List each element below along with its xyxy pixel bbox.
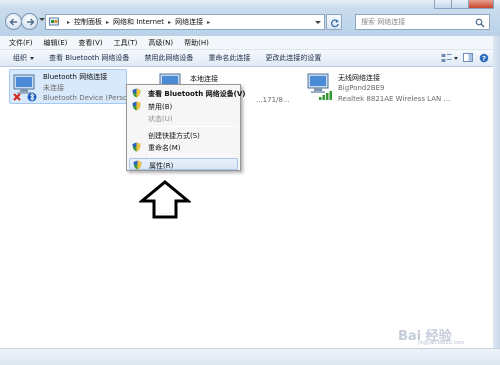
menu-file[interactable]: 文件(F): [9, 38, 33, 48]
menu-tools[interactable]: 工具(T): [114, 38, 138, 48]
command-toolbar: 组织 查看 Bluetooth 网络设备 禁用此网络设备 重命名此连接 更改此连…: [0, 50, 500, 67]
breadcrumb-separator: ▸: [67, 18, 71, 26]
title-bar: ▸ 控制面板 ▸ 网络和 Internet ▸ 网络连接 ▸: [0, 0, 500, 36]
window-controls: [434, 0, 494, 9]
window-frame-top: [0, 0, 500, 9]
address-history-dropdown[interactable]: [315, 21, 321, 24]
menu-item-label: 状态(U): [148, 115, 173, 123]
watermark-url: jingyan.baidu.com: [418, 340, 465, 346]
svg-text:?: ?: [482, 54, 486, 62]
connection-status: 未连接: [43, 84, 64, 92]
breadcrumb-separator[interactable]: ▸: [207, 19, 210, 26]
disable-device-button[interactable]: 禁用此网络设备: [144, 53, 193, 63]
change-settings-button[interactable]: 更改此连接的设置: [265, 53, 321, 63]
menu-item-rename[interactable]: 重命名(M): [129, 141, 238, 153]
maximize-button[interactable]: [451, 0, 469, 9]
menu-item-create-shortcut[interactable]: 创建快捷方式(S): [129, 129, 238, 141]
wireless-network-icon: [307, 73, 332, 100]
change-view-icon[interactable]: [441, 53, 452, 63]
connection-name: 本地连接: [190, 75, 218, 83]
bluetooth-connection-item[interactable]: Bluetooth 网络连接 未连接 Bluetooth Device (Per…: [9, 69, 138, 104]
menu-item-label: 创建快捷方式(S): [148, 132, 200, 140]
menu-separator: [151, 126, 238, 127]
connection-device: Bluetooth Device (Person...: [43, 94, 139, 102]
view-bluetooth-devices-button[interactable]: 查看 Bluetooth 网络设备: [49, 53, 129, 63]
breadcrumb-control-panel[interactable]: 控制面板: [74, 17, 102, 27]
address-bar[interactable]: ▸ 控制面板 ▸ 网络和 Internet ▸ 网络连接 ▸: [45, 14, 325, 30]
close-button[interactable]: [468, 0, 494, 9]
arrow-right-icon: [27, 18, 35, 26]
connections-list: Bluetooth 网络连接 未连接 Bluetooth Device (Per…: [0, 67, 500, 365]
details-pane: [0, 348, 500, 365]
organize-label: 组织: [13, 54, 27, 62]
back-button[interactable]: [5, 13, 22, 30]
forward-button[interactable]: [21, 13, 38, 30]
search-box[interactable]: [355, 14, 490, 30]
menu-item-label: 重命名(M): [148, 144, 181, 152]
menu-advanced[interactable]: 高级(N): [148, 38, 173, 48]
connection-device: ...171/8...: [256, 96, 290, 104]
breadcrumb-separator[interactable]: ▸: [168, 19, 171, 26]
search-input[interactable]: [361, 18, 471, 26]
refresh-icon: [331, 19, 339, 28]
menu-item-label: 查看 Bluetooth 网络设备(V): [148, 90, 246, 98]
connection-name: 无线网络连接: [338, 74, 380, 82]
search-icon[interactable]: [475, 18, 485, 28]
arrow-left-icon: [9, 18, 17, 26]
rename-connection-button[interactable]: 重命名此连接: [208, 53, 250, 63]
menu-item-view-bluetooth-devices[interactable]: 查看 Bluetooth 网络设备(V): [129, 87, 245, 99]
menu-help[interactable]: 帮助(H): [184, 38, 209, 48]
refresh-button[interactable]: [326, 14, 342, 30]
menu-item-properties[interactable]: 属性(R): [129, 158, 238, 170]
preview-pane-icon[interactable]: [463, 53, 474, 63]
breadcrumb-separator[interactable]: ▸: [106, 19, 109, 26]
connection-name: Bluetooth 网络连接: [43, 73, 108, 81]
menu-separator: [151, 155, 238, 156]
context-menu: 查看 Bluetooth 网络设备(V) 禁用(B) 状态(U) 创建快捷方式(…: [126, 84, 245, 171]
menu-edit[interactable]: 编辑(E): [44, 38, 68, 48]
uac-shield-icon: [132, 142, 141, 152]
uac-shield-icon: [132, 101, 141, 111]
control-panel-icon: [49, 17, 59, 26]
network-adapter-icon: [13, 74, 37, 102]
menu-bar: 文件(F) 编辑(E) 查看(V) 工具(T) 高级(N) 帮助(H): [0, 36, 500, 50]
arrow-up-annotation-icon: [139, 180, 191, 219]
minimize-button[interactable]: [434, 0, 452, 9]
view-options-dropdown[interactable]: [454, 56, 458, 60]
menu-item-label: 属性(R): [149, 162, 174, 170]
help-icon[interactable]: ?: [479, 53, 490, 63]
menu-view[interactable]: 查看(V): [78, 38, 102, 48]
organize-button[interactable]: 组织: [13, 53, 34, 63]
uac-shield-icon: [133, 160, 142, 170]
wireless-connection-item[interactable]: 无线网络连接 BigPond2BE9 Realtek 8821AE Wirele…: [305, 69, 485, 104]
toolbar-right-group: ?: [436, 53, 490, 63]
menu-item-status: 状态(U): [129, 112, 238, 124]
breadcrumb-network-connections[interactable]: 网络连接: [175, 17, 203, 27]
connection-device: Realtek 8821AE Wireless LAN ...: [338, 95, 451, 103]
chevron-down-icon: [30, 56, 34, 60]
menu-item-disable[interactable]: 禁用(B): [129, 100, 238, 112]
breadcrumb-network-internet[interactable]: 网络和 Internet: [113, 17, 164, 27]
window-frame-right: [493, 36, 500, 348]
menu-item-label: 禁用(B): [148, 103, 173, 111]
connection-status: BigPond2BE9: [338, 84, 385, 92]
uac-shield-icon: [132, 88, 141, 98]
